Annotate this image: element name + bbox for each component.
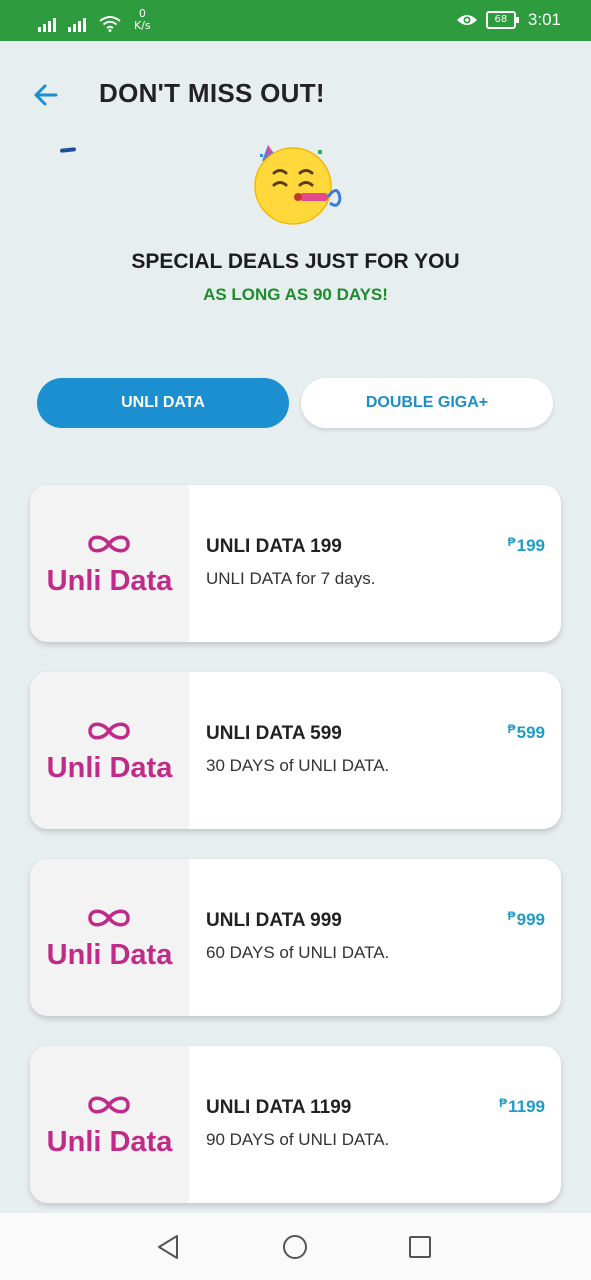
battery-icon: 68 <box>485 11 519 29</box>
tab-unli-data[interactable]: UNLI DATA <box>37 378 289 428</box>
nav-home-icon[interactable] <box>279 1231 311 1263</box>
price-value: 999 <box>516 910 545 929</box>
offer-title: UNLI DATA 999 <box>206 910 342 931</box>
party-face-emoji-icon <box>254 145 342 225</box>
offer-description: 60 DAYS of UNLI DATA. <box>206 943 390 962</box>
nav-recents-icon[interactable] <box>404 1231 436 1263</box>
status-bar: 0 K/s 68 3:01 <box>0 0 591 41</box>
offer-description: 30 DAYS of UNLI DATA. <box>206 756 390 775</box>
offer-card[interactable]: Unli Data UNLI DATA 199 UNLI DATA for 7 … <box>30 485 561 642</box>
unli-data-logo: Unli Data <box>30 859 189 1016</box>
logo-text: Unli Data <box>46 1126 173 1158</box>
back-arrow-icon[interactable] <box>32 82 60 108</box>
promo-headline: SPECIAL DEALS JUST FOR YOU <box>131 250 460 273</box>
currency-symbol: ₱ <box>507 722 516 736</box>
status-right: 68 3:01 <box>456 10 561 30</box>
promo-subheadline: AS LONG AS 90 DAYS! <box>203 285 388 304</box>
price-value: 1199 <box>508 1097 545 1116</box>
page-title: DON'T MISS OUT! <box>99 78 325 108</box>
price-value: 199 <box>516 536 545 555</box>
signal-icon <box>68 16 86 32</box>
offer-card[interactable]: Unli Data UNLI DATA 1199 90 DAYS of UNLI… <box>30 1046 561 1203</box>
network-speed: 0 K/s <box>134 8 151 32</box>
infinity-icon <box>88 535 130 553</box>
price-value: 599 <box>516 723 545 742</box>
tab-double-giga[interactable]: DOUBLE GIGA+ <box>301 378 553 428</box>
offer-card[interactable]: Unli Data UNLI DATA 999 60 DAYS of UNLI … <box>30 859 561 1016</box>
infinity-icon <box>88 1096 130 1114</box>
system-nav-bar <box>0 1213 591 1280</box>
offer-title: UNLI DATA 1199 <box>206 1097 352 1118</box>
offer-price: ₱999 <box>508 909 545 930</box>
unli-data-logo: Unli Data <box>30 672 189 829</box>
offer-description: UNLI DATA for 7 days. <box>206 569 376 588</box>
offer-price: ₱1199 <box>499 1096 545 1117</box>
infinity-icon <box>88 722 130 740</box>
currency-symbol: ₱ <box>507 535 516 549</box>
logo-text: Unli Data <box>46 939 173 971</box>
offer-card[interactable]: Unli Data UNLI DATA 599 30 DAYS of UNLI … <box>30 672 561 829</box>
logo-text: Unli Data <box>46 752 173 784</box>
nav-back-icon[interactable] <box>153 1231 185 1263</box>
eye-icon <box>456 15 477 25</box>
offer-price: ₱199 <box>508 535 545 556</box>
currency-symbol: ₱ <box>507 909 516 923</box>
logo-text: Unli Data <box>46 565 173 597</box>
wifi-icon <box>99 16 121 32</box>
unli-data-logo: Unli Data <box>30 1046 189 1203</box>
network-speed-unit: K/s <box>134 19 151 32</box>
offer-description: 90 DAYS of UNLI DATA. <box>206 1130 390 1149</box>
unli-data-logo: Unli Data <box>30 485 189 642</box>
decorative-swoosh <box>59 147 77 153</box>
currency-symbol: ₱ <box>499 1096 508 1110</box>
signal-icon <box>38 16 56 32</box>
offer-title: UNLI DATA 599 <box>206 723 342 744</box>
clock: 3:01 <box>527 10 561 29</box>
offer-title: UNLI DATA 199 <box>206 536 342 557</box>
infinity-icon <box>88 909 130 927</box>
offer-price: ₱599 <box>508 722 545 743</box>
status-left: 0 K/s <box>38 8 151 32</box>
